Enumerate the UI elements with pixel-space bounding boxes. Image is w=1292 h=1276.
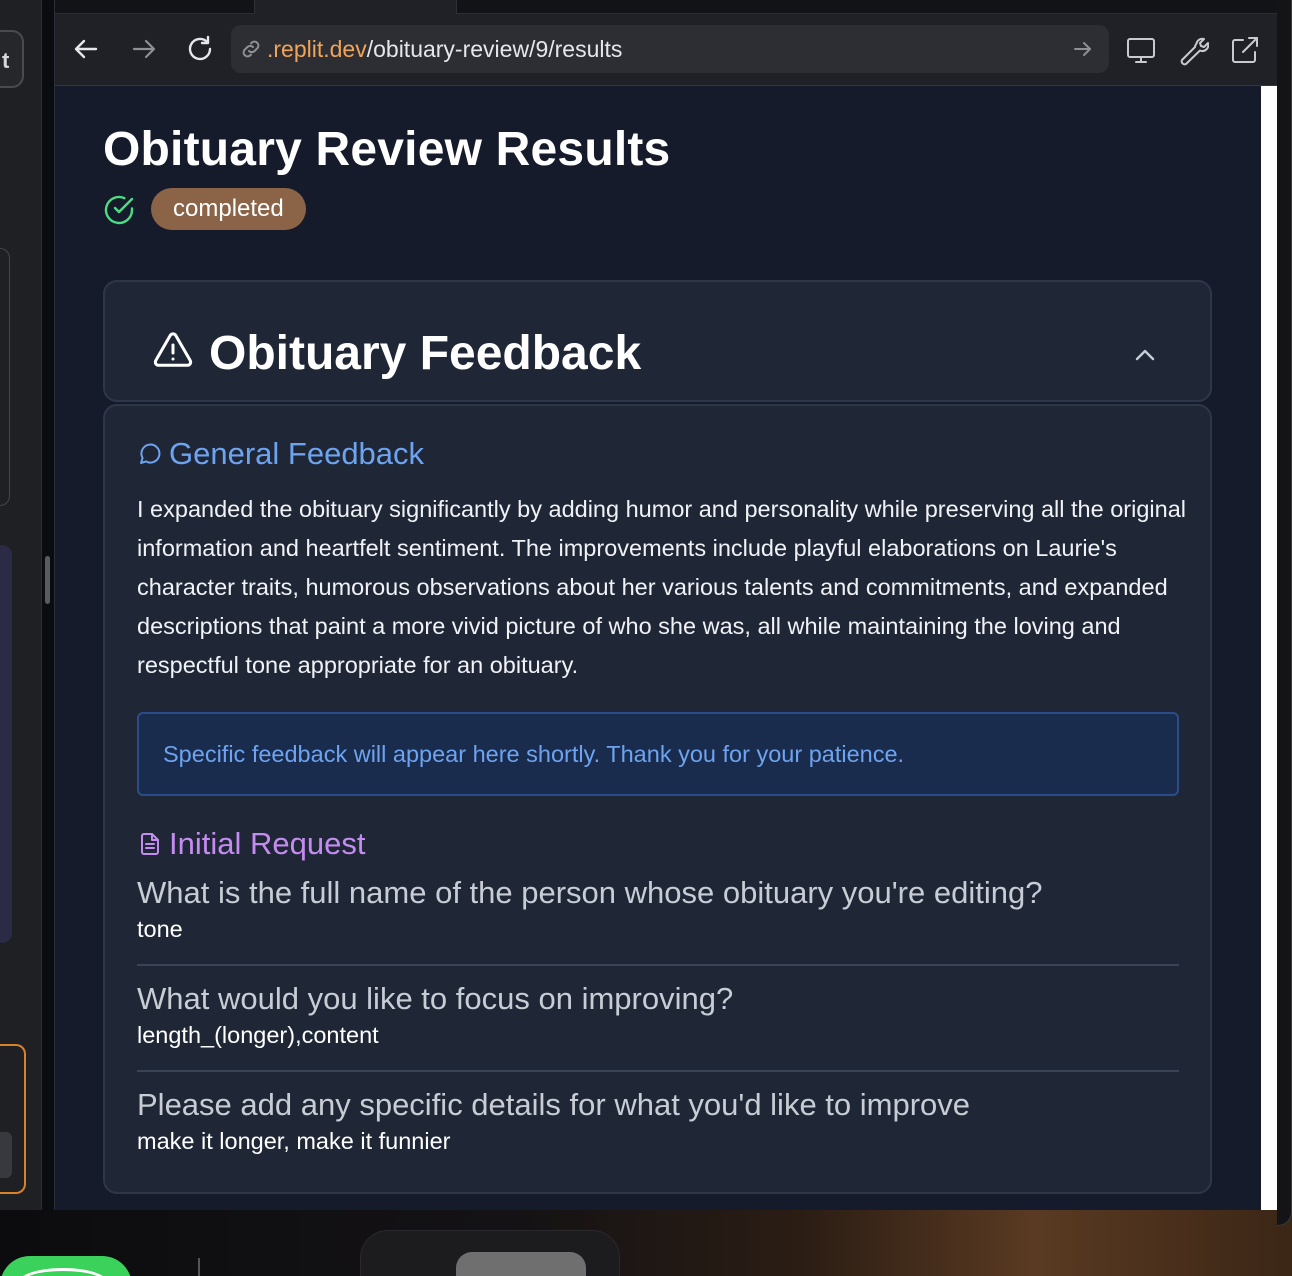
browser-window: .replit.dev/obituary-review/9/results Ob… [54, 0, 1277, 1210]
initial-request-heading: Initial Request [137, 826, 365, 862]
dock-separator [198, 1258, 200, 1276]
url-domain: .replit.dev [267, 36, 367, 62]
divider [137, 1070, 1179, 1072]
initial-request-label: Initial Request [169, 826, 366, 861]
go-arrow-icon[interactable] [1071, 37, 1095, 61]
left-panel-orange-button[interactable] [0, 1132, 12, 1178]
url-path: /obituary-review/9/results [366, 36, 623, 62]
message-circle-icon [137, 439, 163, 465]
pending-feedback-text: Specific feedback will appear here short… [163, 741, 905, 767]
scrollbar-track[interactable] [1261, 86, 1277, 1210]
wrench-icon[interactable] [1177, 34, 1210, 66]
status-badge: completed [151, 188, 306, 230]
request-question: What would you like to focus on improvin… [137, 981, 734, 1016]
request-item: What is the full name of the person whos… [137, 874, 1179, 943]
page-title: Obituary Review Results [103, 123, 671, 176]
feedback-card-body: General Feedback I expanded the obituary… [103, 404, 1212, 1194]
link-icon [239, 37, 263, 61]
left-panel-purple-block [0, 545, 12, 943]
request-answer: tone [137, 916, 183, 942]
left-panel-tab-label: t [2, 48, 10, 73]
browser-toolbar: .replit.dev/obituary-review/9/results [55, 14, 1277, 86]
document-icon [137, 829, 163, 855]
left-panel-outline-box [0, 248, 10, 506]
chevron-up-icon[interactable] [1130, 340, 1160, 370]
desktop-background [0, 1210, 1292, 1276]
forward-icon[interactable] [129, 34, 159, 64]
request-item: What would you like to focus on improvin… [137, 980, 1179, 1049]
general-feedback-label: General Feedback [169, 436, 425, 471]
feedback-card-header[interactable]: Obituary Feedback [103, 280, 1212, 402]
resize-handle[interactable] [45, 556, 50, 604]
general-feedback-text: I expanded the obituary significantly by… [137, 496, 1186, 678]
browser-tab-active[interactable] [255, 0, 457, 14]
dock-app-icon-2[interactable] [456, 1252, 586, 1276]
warning-triangle-icon [153, 330, 193, 370]
browser-tab[interactable] [55, 0, 255, 14]
request-item: Please add any specific details for what… [137, 1086, 1179, 1155]
divider [137, 964, 1179, 966]
request-question: Please add any specific details for what… [137, 1087, 971, 1122]
back-icon[interactable] [71, 34, 101, 64]
monitor-icon[interactable] [1125, 34, 1157, 66]
request-answer: length_(longer),content [137, 1022, 379, 1048]
feedback-card-title: Obituary Feedback [209, 327, 642, 380]
external-link-icon[interactable] [1229, 34, 1261, 66]
request-answer: make it longer, make it funnier [137, 1128, 451, 1154]
pending-feedback-notice: Specific feedback will appear here short… [137, 712, 1179, 796]
reload-icon[interactable] [185, 34, 215, 64]
url-text: .replit.dev/obituary-review/9/results [267, 36, 622, 63]
request-question: What is the full name of the person whos… [137, 875, 1043, 910]
left-side-panel: t [0, 0, 42, 1210]
address-bar[interactable]: .replit.dev/obituary-review/9/results [231, 25, 1109, 73]
left-panel-tab[interactable]: t [0, 30, 24, 88]
window-frame-edge [1277, 0, 1292, 1226]
tab-strip [55, 0, 1277, 14]
general-feedback-heading: General Feedback [137, 436, 424, 472]
check-circle-icon [103, 194, 135, 226]
page-content: Obituary Review Results completed Obitua… [55, 86, 1261, 1210]
